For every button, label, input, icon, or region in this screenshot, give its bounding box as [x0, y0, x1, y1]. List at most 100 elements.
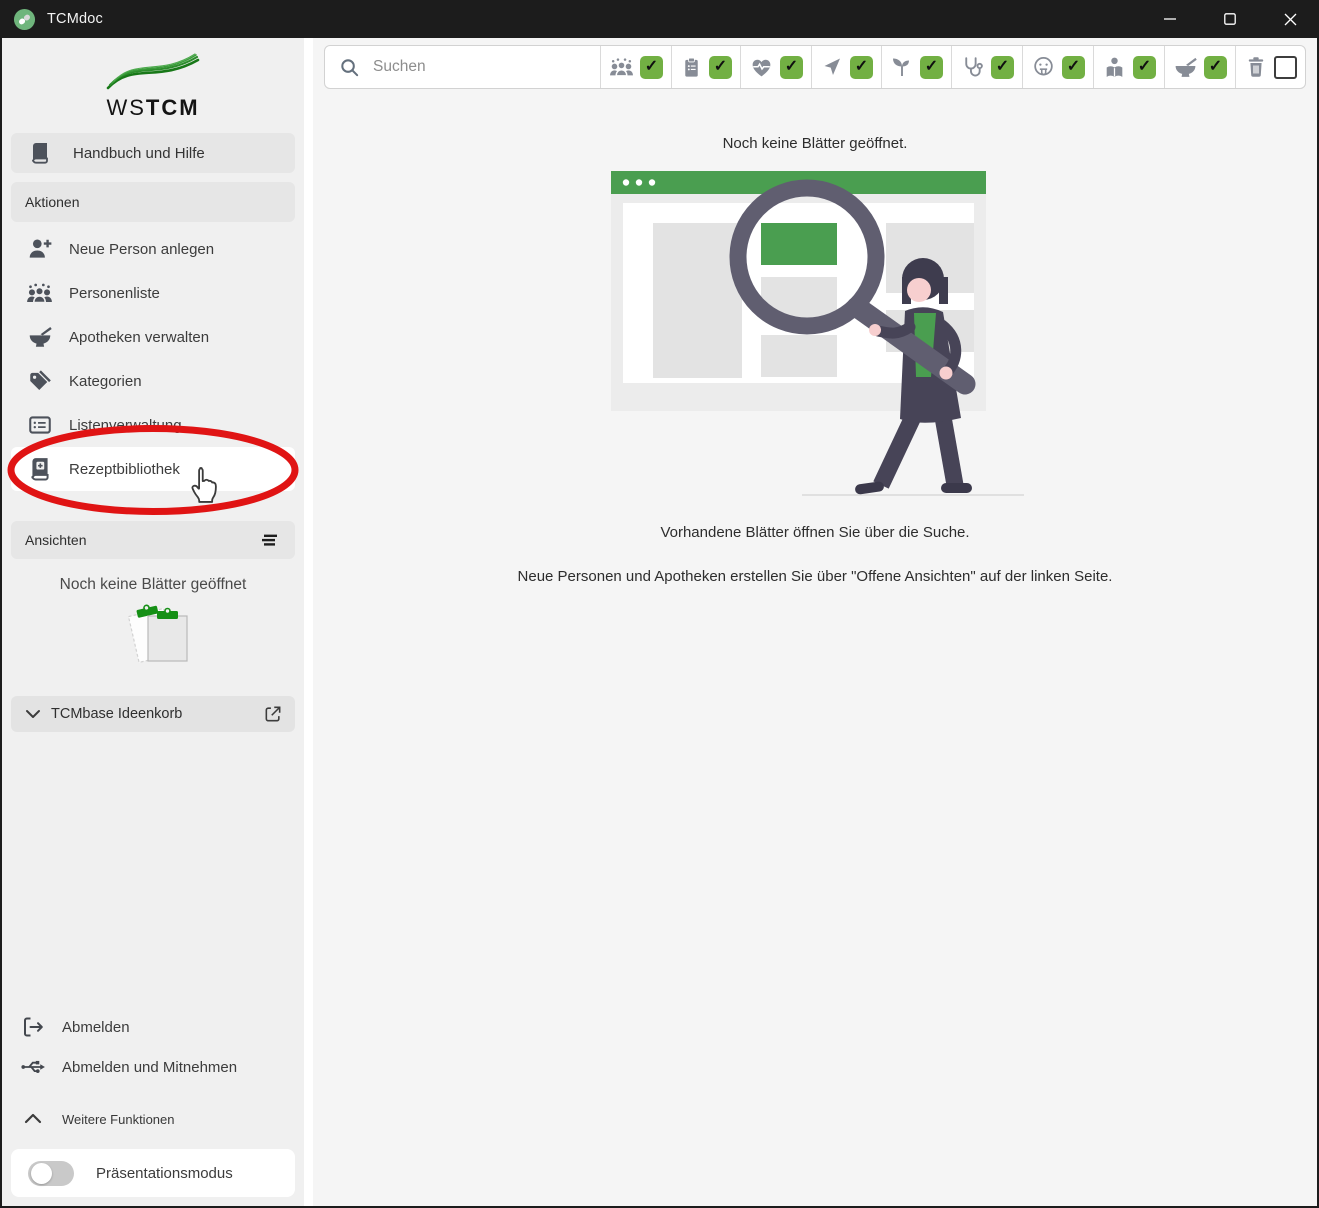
mortar-pestle-icon — [1173, 55, 1198, 80]
search-icon — [338, 56, 361, 79]
sidebar-item-handbook[interactable]: Handbuch und Hilfe — [11, 133, 295, 173]
reader-icon — [1102, 55, 1127, 80]
tongue-face-icon — [1031, 55, 1056, 80]
views-empty-text: Noch keine Blätter geöffnet — [2, 576, 304, 594]
filter-vitals — [740, 46, 811, 88]
trash-icon — [1244, 55, 1268, 79]
empty-state-title: Noch keine Blätter geöffnet. — [723, 135, 908, 152]
search-filter-bar: Suchen — [324, 45, 1306, 89]
filter-checkbox[interactable] — [1133, 56, 1156, 79]
tags-icon — [27, 368, 53, 394]
filter-acupuncture — [811, 46, 881, 88]
sidebar-item-label: Neue Person anlegen — [69, 241, 214, 258]
book-plus-icon — [27, 456, 53, 482]
external-link-icon[interactable] — [263, 704, 283, 724]
filter-tongue — [1022, 46, 1093, 88]
filter-diagnostics — [951, 46, 1022, 88]
search-input[interactable]: Suchen — [325, 46, 600, 88]
search-illustration — [605, 165, 1025, 500]
filter-checkbox[interactable] — [850, 56, 873, 79]
logout-icon — [21, 1015, 45, 1039]
sidebar-item-tcmbase-ideenkorb[interactable]: TCMbase Ideenkorb — [11, 696, 295, 732]
filter-checkbox[interactable] — [1274, 56, 1297, 79]
close-button[interactable] — [1267, 0, 1313, 38]
search-placeholder: Suchen — [373, 58, 426, 76]
footer-item-label: Abmelden und Mitnehmen — [62, 1059, 237, 1076]
section-header-aktionen: Aktionen — [11, 182, 295, 222]
section-label: Aktionen — [25, 194, 79, 210]
section-label: Ansichten — [25, 532, 86, 548]
person-plus-icon — [27, 236, 53, 262]
sidebar-item-label: Kategorien — [69, 373, 142, 390]
logo-waves-icon — [101, 52, 205, 92]
filter-library — [1093, 46, 1164, 88]
stethoscope-icon — [960, 55, 985, 80]
footer-item-label: Weitere Funktionen — [62, 1112, 175, 1127]
presentation-mode-card: Präsentationsmodus — [11, 1149, 295, 1197]
chevron-down-icon — [24, 705, 42, 723]
chevron-up-icon — [22, 1108, 44, 1130]
clipboard-icon — [680, 56, 703, 79]
main-content: Noch keine Blätter geöffnet. — [313, 89, 1317, 1206]
sidebar-item-label: Apotheken verwalten — [69, 329, 209, 346]
toggle-knob — [31, 1163, 52, 1184]
ideenkorb-label: TCMbase Ideenkorb — [51, 706, 182, 722]
sidebar-item-rezeptbibliothek[interactable]: Rezeptbibliothek — [11, 447, 295, 491]
filter-persons — [600, 46, 671, 88]
maximize-button[interactable] — [1207, 0, 1253, 38]
heart-pulse-icon — [749, 55, 774, 80]
window-title: TCMdoc — [47, 11, 103, 27]
sidebar: WSTCM Handbuch und Hilfe Aktionen — [2, 38, 304, 1206]
minimize-button[interactable] — [1147, 0, 1193, 38]
close-icon — [1284, 13, 1297, 26]
sidebar-item-personenliste[interactable]: Personenliste — [11, 271, 295, 315]
sidebar-item-weitere-funktionen[interactable]: Weitere Funktionen — [2, 1099, 304, 1139]
filter-trash — [1235, 46, 1305, 88]
titlebar: TCMdoc — [0, 0, 1319, 38]
sidebar-item-label: Personenliste — [69, 285, 160, 302]
sidebar-main-divider[interactable] — [304, 38, 313, 1206]
usb-icon — [20, 1054, 46, 1080]
filter-checkbox[interactable] — [780, 56, 803, 79]
filter-herbs — [881, 46, 951, 88]
hint-create-entities: Neue Personen und Apotheken erstellen Si… — [518, 568, 1113, 585]
book-icon — [28, 141, 52, 165]
maximize-icon — [1224, 13, 1236, 25]
sidebar-item-label: Rezeptbibliothek — [69, 461, 180, 478]
people-group-icon — [609, 55, 634, 80]
hint-open-via-search: Vorhandene Blätter öffnen Sie über die S… — [660, 524, 969, 541]
sidebar-item-abmelden[interactable]: Abmelden — [2, 1007, 304, 1047]
logo-text: WSTCM — [2, 95, 304, 121]
sidebar-item-abmelden-mitnehmen[interactable]: Abmelden und Mitnehmen — [2, 1047, 304, 1087]
presentation-mode-label: Präsentationsmodus — [96, 1165, 233, 1182]
main-area: Suchen — [313, 38, 1317, 1206]
sprout-icon — [890, 55, 914, 79]
sidebar-item-apotheken[interactable]: Apotheken verwalten — [11, 315, 295, 359]
filter-pharmacy — [1164, 46, 1235, 88]
filter-checkbox[interactable] — [709, 56, 732, 79]
app-window: TCMdoc WSTCM — [0, 0, 1319, 1208]
filter-checkbox[interactable] — [920, 56, 943, 79]
sidebar-item-label: Listenverwaltung — [69, 417, 182, 434]
people-group-icon — [26, 280, 53, 307]
sidebar-item-listenverwaltung[interactable]: Listenverwaltung — [11, 403, 295, 447]
section-header-ansichten: Ansichten — [11, 521, 295, 559]
send-icon — [820, 55, 844, 79]
sort-filter-icon[interactable] — [259, 529, 281, 551]
filter-checkbox[interactable] — [1062, 56, 1085, 79]
presentation-mode-toggle[interactable] — [28, 1161, 74, 1186]
filter-checkbox[interactable] — [640, 56, 663, 79]
mortar-pestle-icon — [27, 324, 53, 350]
filter-checkbox[interactable] — [991, 56, 1014, 79]
filter-sheets — [671, 46, 740, 88]
list-icon — [27, 412, 53, 438]
action-list: Neue Person anlegen Personenliste — [2, 227, 304, 491]
sidebar-item-neue-person[interactable]: Neue Person anlegen — [11, 227, 295, 271]
app-pill-icon — [13, 8, 36, 31]
footer-item-label: Abmelden — [62, 1019, 130, 1036]
sidebar-item-kategorien[interactable]: Kategorien — [11, 359, 295, 403]
filter-checkbox[interactable] — [1204, 56, 1227, 79]
clipboards-icon — [117, 600, 189, 666]
minimize-icon — [1164, 13, 1176, 25]
sidebar-item-label: Handbuch und Hilfe — [73, 145, 205, 162]
